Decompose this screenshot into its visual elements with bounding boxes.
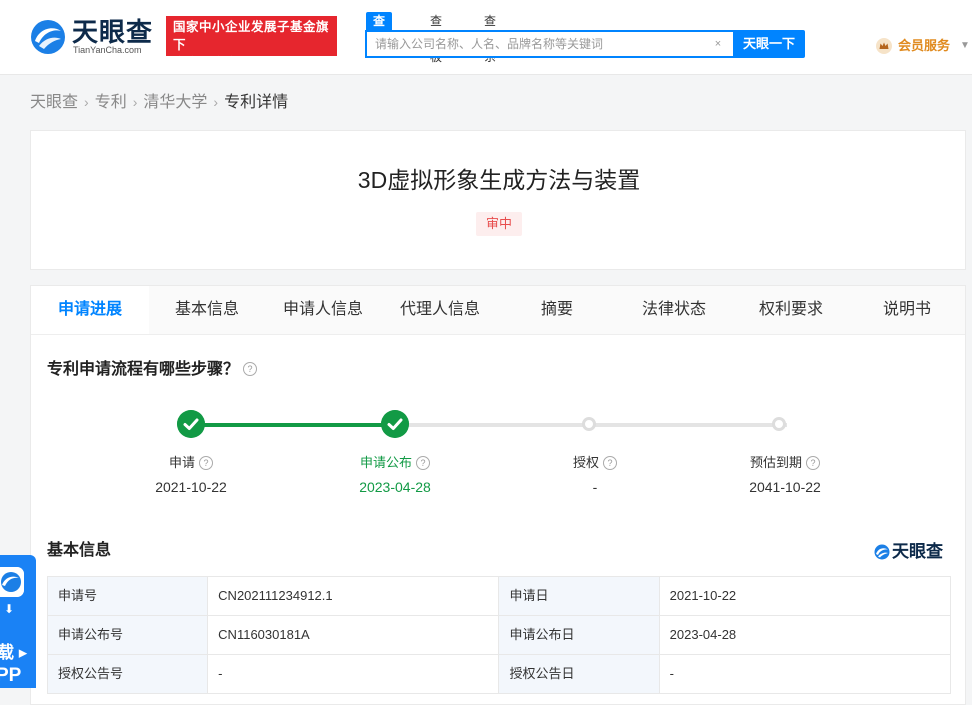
breadcrumb: 天眼查 › 专利 › 清华大学 › 专利详情 <box>30 91 288 113</box>
detail-tabs: 申请进展 基本信息 申请人信息 代理人信息 摘要 法律状态 权利要求 说明书 <box>31 286 965 335</box>
slogan-line-1: 国家中小企业发展子基金旗下 <box>173 20 330 52</box>
field-value: 2021-10-22 <box>658 576 952 616</box>
download-icon: ⬇ <box>3 602 15 616</box>
tab-basic-info[interactable]: 基本信息 <box>149 286 265 334</box>
table-row: 申请公布号 CN116030181A 申请公布日 2023-04-28 <box>46 615 952 655</box>
search-tab-boss[interactable]: 查老板 <box>430 12 442 64</box>
breadcrumb-separator: › <box>213 94 219 110</box>
crown-icon <box>876 38 892 54</box>
search-tab-relation[interactable]: 查关系 <box>484 12 496 64</box>
step-date: 2023-04-28 <box>359 479 431 495</box>
search-button[interactable]: 天眼一下 <box>733 30 805 58</box>
site-logo[interactable]: 天眼查 TianYanCha.com <box>30 18 156 56</box>
timeline-segment-done <box>203 423 395 427</box>
patent-title-card: 3D虚拟形象生成方法与装置 审中 <box>30 130 966 270</box>
check-icon <box>381 410 409 438</box>
patent-title: 3D虚拟形象生成方法与装置 <box>357 167 641 193</box>
download-text: 载 ▸ <box>0 643 28 662</box>
vip-service-label: 会员服务 <box>898 38 951 53</box>
step-label: 预估到期? <box>705 454 865 472</box>
step-label-text: 申请公布 <box>359 455 412 470</box>
progress-timeline: 申请? 申请公布? 授权? 预估到期? 2021-10-22 2023-04-2… <box>31 406 965 506</box>
breadcrumb-patent[interactable]: 专利 <box>95 92 127 114</box>
field-value: 2023-04-28 <box>658 615 952 655</box>
field-label: 申请日 <box>498 576 660 616</box>
status-badge: 审中 <box>476 212 522 236</box>
slogan-line-2: 官方备案企业征信机构 <box>173 56 304 70</box>
tab-progress[interactable]: 申请进展 <box>31 286 149 334</box>
tianyancha-logo-icon <box>874 544 890 560</box>
step-label: 申请? <box>111 454 271 472</box>
watermark-text: 天眼查 <box>892 542 943 561</box>
help-icon[interactable]: ? <box>199 455 213 470</box>
app-icon <box>0 567 24 597</box>
process-question[interactable]: 专利申请流程有哪些步骤？? <box>47 359 258 381</box>
tianyancha-watermark: 天眼查 <box>874 542 950 562</box>
field-label: 申请号 <box>46 576 209 616</box>
table-row: 申请号 CN202111234912.1 申请日 2021-10-22 <box>46 576 952 616</box>
clear-icon[interactable]: × <box>712 38 724 50</box>
basic-info-title: 基本信息 <box>47 542 112 559</box>
logo-subtext: TianYanCha.com <box>73 45 142 55</box>
app-download-widget[interactable]: ⬇ 载 ▸ PP <box>0 555 36 688</box>
patent-detail-card: 申请进展 基本信息 申请人信息 代理人信息 摘要 法律状态 权利要求 说明书 专… <box>30 285 966 705</box>
step-label-text: 申请 <box>168 455 195 470</box>
help-icon[interactable]: ? <box>603 455 617 470</box>
field-label: 申请公布日 <box>498 615 660 655</box>
step-date: 2041-10-22 <box>749 479 821 495</box>
step-label-text: 授权 <box>572 455 599 470</box>
step-label: 授权? <box>515 454 675 472</box>
top-header: 天眼查 TianYanCha.com 国家中小企业发展子基金旗下 官方备案企业征… <box>0 0 972 75</box>
slogan-badge: 国家中小企业发展子基金旗下 官方备案企业征信机构 <box>166 16 337 70</box>
tab-claims[interactable]: 权利要求 <box>733 286 849 334</box>
tianyancha-logo-icon <box>31 20 65 54</box>
help-icon[interactable]: ? <box>243 361 258 376</box>
logo-text: 天眼查 <box>72 17 154 47</box>
search-box: × <box>365 30 733 58</box>
caret-down-icon: ▼ <box>960 40 970 51</box>
tab-description[interactable]: 说明书 <box>849 286 965 334</box>
step-label: 申请公布? <box>315 454 475 472</box>
field-label: 申请公布号 <box>46 615 209 655</box>
tab-agent[interactable]: 代理人信息 <box>381 286 499 334</box>
tab-abstract[interactable]: 摘要 <box>499 286 615 334</box>
pending-node-icon <box>582 417 596 431</box>
search-input[interactable] <box>367 32 715 56</box>
step-date: 2021-10-22 <box>155 479 227 495</box>
help-icon[interactable]: ? <box>806 455 820 470</box>
breadcrumb-company[interactable]: 清华大学 <box>143 92 207 114</box>
basic-info-table: 申请号 CN202111234912.1 申请日 2021-10-22 申请公布… <box>46 576 952 694</box>
app-text: PP <box>0 665 22 686</box>
search-tab-company[interactable]: 查公司 <box>366 12 393 64</box>
step-label-text: 预估到期 <box>749 455 802 470</box>
breadcrumb-separator: › <box>84 94 89 110</box>
process-question-text: 专利申请流程有哪些步骤？ <box>47 361 240 378</box>
step-date: - <box>592 479 598 495</box>
field-value: CN116030181A <box>207 615 500 655</box>
breadcrumb-separator: › <box>132 94 138 110</box>
breadcrumb-current: 专利详情 <box>224 94 289 111</box>
check-icon <box>177 410 205 438</box>
field-value: CN202111234912.1 <box>207 576 500 616</box>
tab-legal-status[interactable]: 法律状态 <box>615 286 733 334</box>
tab-applicant[interactable]: 申请人信息 <box>265 286 381 334</box>
pending-node-icon <box>772 417 786 431</box>
breadcrumb-home[interactable]: 天眼查 <box>30 92 78 114</box>
help-icon[interactable]: ? <box>416 455 430 470</box>
